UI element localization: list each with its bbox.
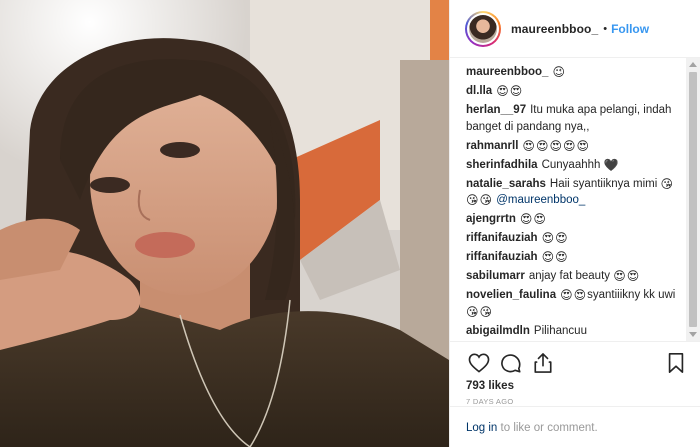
comment-username[interactable]: rahmanrll bbox=[466, 140, 518, 152]
emoji-icon: 😍 bbox=[541, 231, 555, 245]
comment-username[interactable]: maureenbboo_ bbox=[466, 66, 548, 78]
emoji-icon: 😍 bbox=[533, 212, 546, 226]
comment-item: riffanifauziah 😍😍 bbox=[466, 230, 685, 247]
emoji-icon: 😘 bbox=[479, 304, 493, 319]
emoji-icon: 😍 bbox=[626, 269, 640, 283]
post-actions: 793 likes 7 DAYS AGO bbox=[450, 341, 700, 406]
emoji-icon: 😉 bbox=[552, 65, 565, 79]
likes-count[interactable]: 793 likes bbox=[466, 380, 689, 392]
comment-text: Cunyaahhh bbox=[541, 158, 601, 171]
emoji-icon: 😍 bbox=[522, 138, 535, 153]
emoji-icon: 😍 bbox=[519, 212, 533, 226]
emoji-icon: 😍 bbox=[573, 288, 587, 302]
emoji-icon: 😍 bbox=[496, 84, 509, 98]
comment-item: ajengrrtn 😍😍 bbox=[466, 211, 685, 228]
emoji-icon: 😍 bbox=[549, 138, 562, 153]
comments-scrollbar[interactable] bbox=[686, 58, 700, 341]
header-username[interactable]: maureenbboo_ bbox=[511, 22, 598, 36]
comment-item: riffanifauziah 😍😍 bbox=[466, 249, 685, 266]
follow-button[interactable]: Follow bbox=[611, 22, 649, 36]
comment-username[interactable]: abigailmdln bbox=[466, 325, 530, 337]
instagram-post: maureenbboo_ • Follow maureenbboo_ 😉 dl.ll… bbox=[0, 0, 700, 447]
scrollbar-thumb[interactable] bbox=[689, 72, 697, 327]
avatar-inner bbox=[467, 12, 499, 45]
comment-username[interactable]: novelien_faulina bbox=[466, 289, 556, 301]
emoji-icon: 😍 bbox=[509, 84, 523, 98]
scroll-up-arrow-icon[interactable] bbox=[689, 62, 697, 67]
comment-item: maureenbboo_ 😉 bbox=[466, 64, 685, 81]
heart-icon[interactable] bbox=[466, 350, 492, 376]
emoji-icon: 😍 bbox=[535, 138, 549, 153]
emoji-icon: 😍 bbox=[541, 250, 555, 264]
comment-username[interactable]: sherinfadhila bbox=[466, 159, 538, 171]
comment-text: anjay fat beauty bbox=[528, 270, 611, 282]
action-icons bbox=[466, 348, 689, 378]
emoji-icon: 😘 bbox=[660, 176, 673, 191]
avatar[interactable] bbox=[465, 10, 501, 47]
comment-username[interactable]: herlan__97 bbox=[466, 104, 526, 116]
post-timestamp[interactable]: 7 DAYS AGO bbox=[466, 397, 689, 406]
emoji-icon: 😍 bbox=[562, 138, 576, 153]
comment-text: Pilihancuu bbox=[533, 324, 587, 337]
header-separator: • bbox=[603, 22, 608, 35]
emoji-icon: 😍 bbox=[555, 250, 568, 264]
emoji-icon: 😘 bbox=[466, 304, 479, 319]
comment-item: natalie_sarahs Haii syantiiknya mimi 😘😘😘 … bbox=[466, 176, 685, 209]
emoji-icon: 😍 bbox=[613, 269, 626, 283]
comment-username[interactable]: natalie_sarahs bbox=[466, 178, 546, 190]
comment-list: maureenbboo_ 😉 dl.lla 😍😍 herlan__97 Itu muka … bbox=[450, 58, 700, 341]
comment-item: novelien_faulina 😍😍syantiiikny kk uwi 😘😘 bbox=[466, 287, 685, 320]
bookmark-icon[interactable] bbox=[663, 350, 689, 376]
login-link[interactable]: Log in bbox=[466, 422, 497, 434]
post-header: maureenbboo_ • Follow bbox=[450, 0, 700, 58]
comment-username[interactable]: riffanifauziah bbox=[466, 251, 538, 263]
emoji-icon: 😍 bbox=[560, 288, 573, 302]
comment-username[interactable]: riffanifauziah bbox=[466, 232, 538, 244]
selfie-illustration bbox=[0, 0, 449, 447]
emoji-icon: 😍 bbox=[555, 231, 568, 245]
comment-username[interactable]: sabilumarr bbox=[466, 270, 525, 282]
comment-item: abigailmdln Pilihancuu bbox=[466, 323, 685, 340]
login-prompt: Log in to like or comment. bbox=[450, 406, 700, 447]
avatar-image bbox=[469, 14, 497, 43]
comment-text: Haii syantiiknya mimi bbox=[549, 177, 658, 190]
comment-item: dl.lla 😍😍 bbox=[466, 83, 685, 100]
post-photo[interactable] bbox=[0, 0, 449, 447]
comment-username[interactable]: ajengrrtn bbox=[466, 213, 516, 225]
comment-item: rahmanrll 😍😍😍😍😍 bbox=[466, 138, 685, 155]
emoji-icon: 😘 bbox=[479, 193, 493, 207]
post-side-panel: maureenbboo_ • Follow maureenbboo_ 😉 dl.ll… bbox=[449, 0, 700, 447]
comment-mention[interactable]: @maureenbboo_ bbox=[496, 194, 585, 206]
scroll-down-arrow-icon[interactable] bbox=[689, 332, 697, 337]
emoji-icon: 😘 bbox=[466, 193, 479, 207]
comment-item: sabilumarr anjay fat beauty 😍😍 bbox=[466, 268, 685, 285]
share-icon[interactable] bbox=[530, 350, 556, 376]
emoji-icon: 😍 bbox=[576, 138, 589, 153]
comment-username[interactable]: dl.lla bbox=[466, 85, 492, 97]
emoji-icon: 🖤 bbox=[603, 157, 619, 172]
comment-item: herlan__97 Itu muka apa pelangi, indah ba… bbox=[466, 102, 685, 135]
login-prompt-text: to like or comment. bbox=[497, 422, 598, 434]
comment-item: sherinfadhila Cunyaahhh 🖤 bbox=[466, 157, 685, 174]
comment-icon[interactable] bbox=[498, 350, 524, 376]
comment-text: syantiiikny kk uwi bbox=[587, 289, 676, 301]
